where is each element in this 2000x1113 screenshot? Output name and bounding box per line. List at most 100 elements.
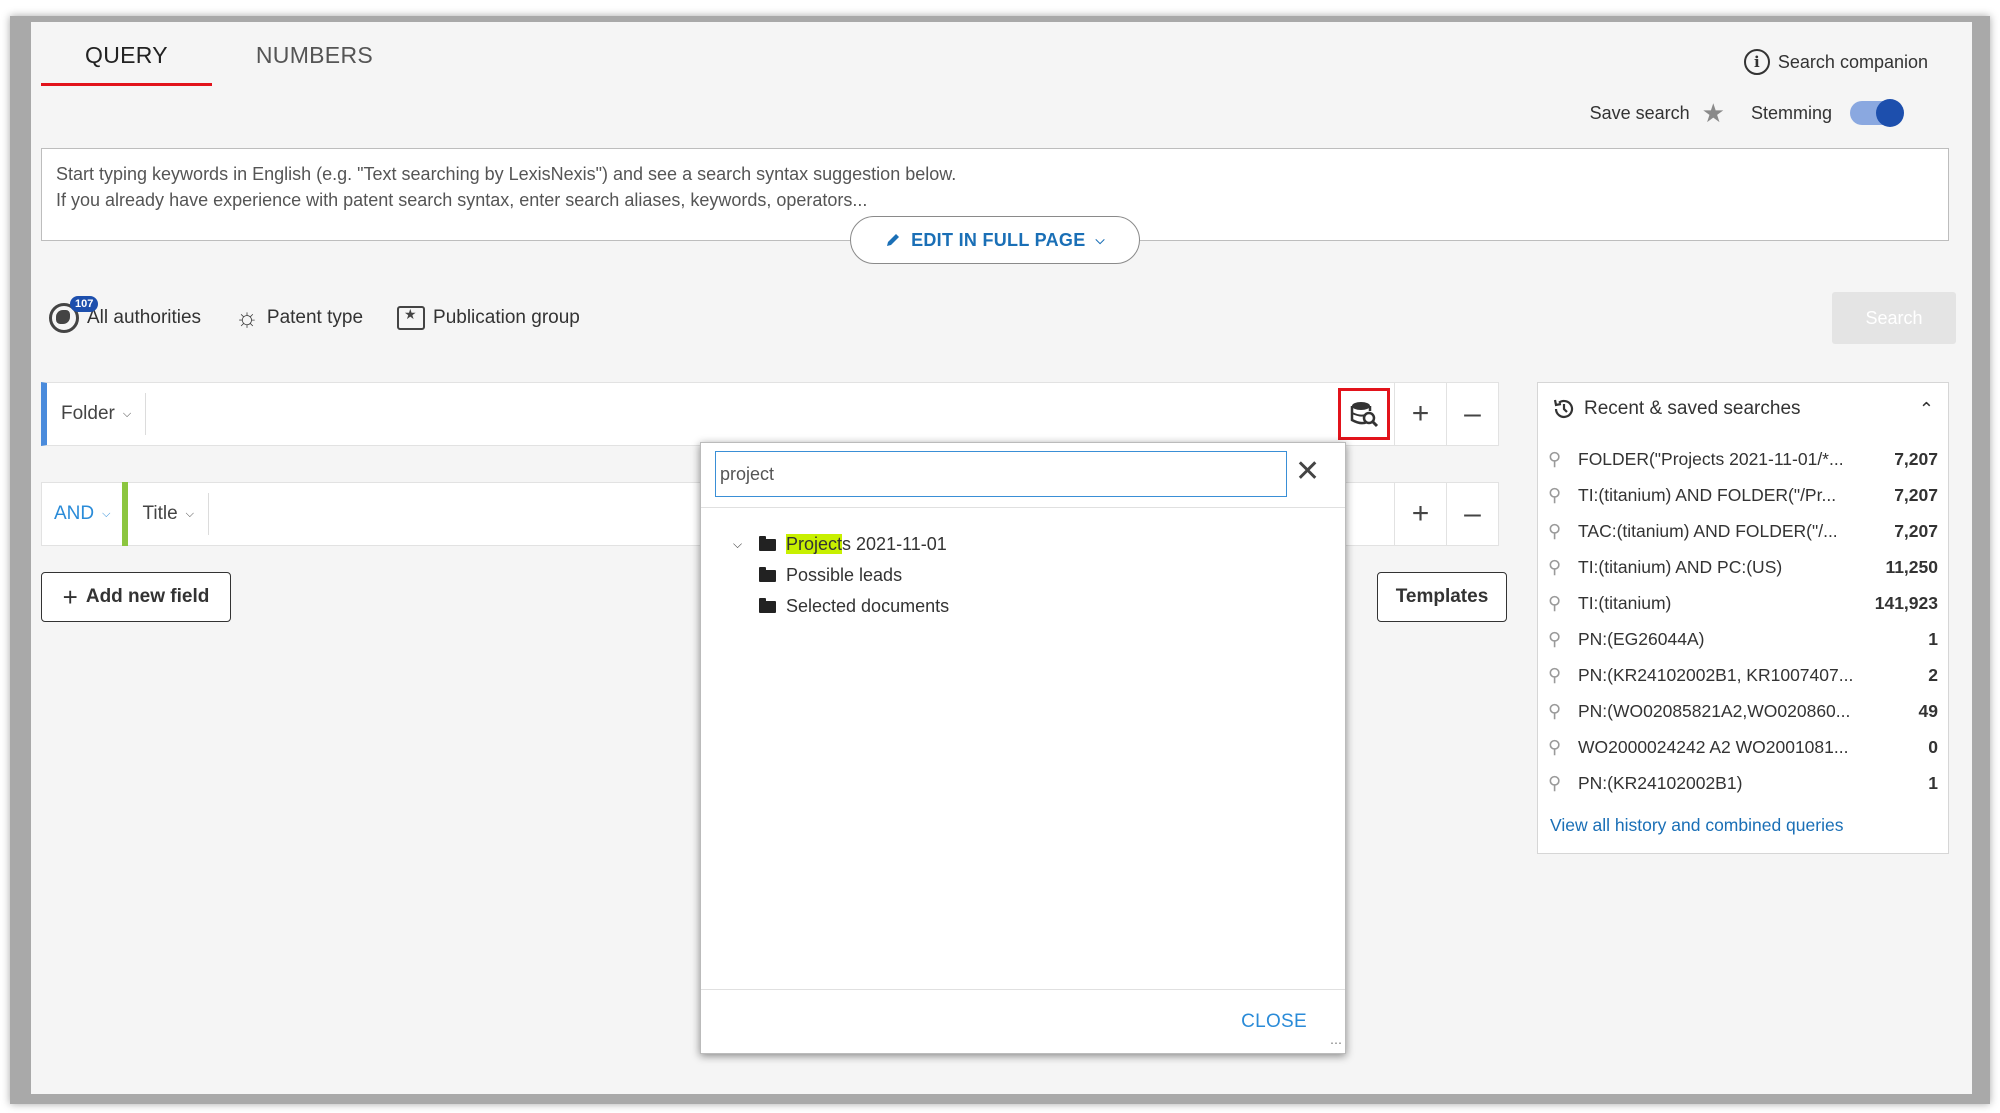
folder-label-rest: s 2021-11-01 bbox=[842, 534, 947, 554]
folder-search-button[interactable] bbox=[1338, 388, 1390, 440]
info-icon: i bbox=[1743, 49, 1770, 75]
search-icon: ⚲ bbox=[1548, 628, 1562, 649]
folder-tree-item-root[interactable]: ⌵ Projects 2021-11-01 bbox=[733, 529, 949, 560]
plus-icon: + bbox=[62, 581, 78, 612]
recent-search-item[interactable]: ⚲ TI:(titanium) AND FOLDER("/Pr... 7,207 bbox=[1548, 477, 1938, 513]
pencil-icon bbox=[887, 234, 900, 246]
recent-search-item[interactable]: ⚲ TI:(titanium) 141,923 bbox=[1548, 585, 1938, 621]
remove-row-button[interactable]: – bbox=[1446, 483, 1498, 545]
add-new-field-label: Add new field bbox=[85, 586, 210, 607]
folder-tree-item[interactable]: Possible leads bbox=[733, 560, 949, 591]
app-window: QUERY NUMBERS i Search companion Save se… bbox=[31, 22, 1972, 1094]
folder-picker-popup: project ✕ ⌵ Projects 2021-11-01 Possible… bbox=[700, 442, 1346, 1054]
resize-handle-icon[interactable]: ⋯ bbox=[1330, 1036, 1342, 1050]
recent-query: PN:(KR24102002B1, KR1007407... bbox=[1578, 664, 1854, 685]
patent-type-filter[interactable]: ☼ Patent type bbox=[235, 302, 363, 333]
history-icon bbox=[1553, 399, 1574, 418]
field-type-label: Title bbox=[142, 503, 178, 524]
search-icon: ⚲ bbox=[1548, 556, 1562, 577]
add-row-button[interactable]: + bbox=[1394, 483, 1446, 545]
recent-count: 7,207 bbox=[1894, 484, 1938, 505]
recent-query: TI:(titanium) AND FOLDER("/Pr... bbox=[1578, 484, 1837, 505]
search-companion-link[interactable]: i Search companion bbox=[1743, 49, 1928, 75]
divider bbox=[701, 989, 1345, 990]
globe-icon: 107 bbox=[49, 295, 99, 333]
recent-count: 2 bbox=[1928, 664, 1938, 685]
query-field-row-folder: Folder ⌵ + – bbox=[41, 382, 1499, 446]
recent-count: 1 bbox=[1928, 628, 1938, 649]
divider bbox=[701, 507, 1345, 508]
tab-query[interactable]: QUERY bbox=[41, 32, 212, 86]
recent-search-item[interactable]: ⚲ TAC:(titanium) AND FOLDER("/... 7,207 bbox=[1548, 513, 1938, 549]
folder-search-input[interactable]: project bbox=[715, 451, 1287, 497]
chevron-down-icon: ⌵ bbox=[185, 507, 195, 520]
recent-searches-title: Recent & saved searches bbox=[1584, 398, 1801, 419]
recent-search-item[interactable]: ⚲ PN:(EG26044A) 1 bbox=[1548, 621, 1938, 657]
row-actions: + – bbox=[1338, 383, 1498, 445]
recent-count: 7,207 bbox=[1894, 448, 1938, 469]
publication-group-icon bbox=[397, 305, 426, 330]
edit-in-full-page-button[interactable]: EDIT IN FULL PAGE ⌵ bbox=[850, 216, 1140, 264]
folder-icon bbox=[759, 597, 776, 613]
recent-query: FOLDER("Projects 2021-11-01/*... bbox=[1578, 448, 1844, 469]
folder-icon bbox=[759, 566, 776, 582]
query-placeholder-line2: If you already have experience with pate… bbox=[56, 190, 868, 210]
recent-count: 11,250 bbox=[1885, 556, 1938, 577]
tab-numbers[interactable]: NUMBERS bbox=[212, 32, 417, 86]
folder-label: Projects 2021-11-01 bbox=[786, 534, 947, 555]
boolean-operator-dropdown[interactable]: AND ⌵ bbox=[42, 493, 122, 535]
publication-group-label: Publication group bbox=[433, 306, 580, 328]
search-icon: ⚲ bbox=[1548, 484, 1562, 505]
folder-label: Possible leads bbox=[786, 565, 903, 585]
recent-search-item[interactable]: ⚲ FOLDER("Projects 2021-11-01/*... 7,207 bbox=[1548, 441, 1938, 477]
recent-count: 141,923 bbox=[1874, 592, 1938, 613]
toggle-knob bbox=[1876, 99, 1904, 127]
search-highlight: Project bbox=[786, 534, 843, 554]
lightbulb-icon: ☼ bbox=[235, 302, 259, 332]
patent-type-label: Patent type bbox=[266, 306, 364, 328]
clear-search-icon[interactable]: ✕ bbox=[1295, 457, 1320, 487]
recent-query: PN:(WO02085821A2,WO020860... bbox=[1578, 700, 1851, 721]
recent-searches-panel: Recent & saved searches ⌃ ⚲ FOLDER("Proje… bbox=[1537, 382, 1949, 854]
tab-bar: QUERY NUMBERS bbox=[41, 32, 417, 86]
chevron-down-icon: ⌵ bbox=[122, 407, 132, 420]
save-search-label: Save search bbox=[1589, 102, 1690, 123]
view-all-history-link[interactable]: View all history and combined queries bbox=[1550, 815, 1843, 836]
stemming-label: Stemming bbox=[1750, 102, 1832, 123]
search-icon: ⚲ bbox=[1548, 772, 1562, 793]
operator-label: AND bbox=[54, 503, 95, 524]
recent-search-item[interactable]: ⚲ PN:(KR24102002B1) 1 bbox=[1548, 765, 1938, 801]
remove-row-button[interactable]: – bbox=[1446, 383, 1498, 445]
stemming-toggle[interactable] bbox=[1850, 99, 1904, 127]
row-actions: + – bbox=[1394, 483, 1498, 545]
chevron-up-icon[interactable]: ⌃ bbox=[1919, 399, 1934, 420]
search-icon: ⚲ bbox=[1548, 448, 1562, 469]
recent-searches-header[interactable]: Recent & saved searches ⌃ bbox=[1552, 397, 1934, 421]
star-icon[interactable]: ★ bbox=[1702, 100, 1725, 126]
recent-query: PN:(KR24102002B1) bbox=[1578, 772, 1743, 793]
recent-search-item[interactable]: ⚲ PN:(KR24102002B1, KR1007407... 2 bbox=[1548, 657, 1938, 693]
search-button[interactable]: Search bbox=[1832, 292, 1956, 344]
close-button[interactable]: CLOSE bbox=[1241, 1011, 1307, 1033]
search-icon: ⚲ bbox=[1548, 664, 1562, 685]
recent-query: PN:(EG26044A) bbox=[1578, 628, 1705, 649]
field-type-dropdown[interactable]: Folder ⌵ bbox=[47, 393, 147, 435]
field-type-dropdown[interactable]: Title ⌵ bbox=[128, 493, 210, 535]
recent-search-item[interactable]: ⚲ PN:(WO02085821A2,WO020860... 49 bbox=[1548, 693, 1938, 729]
save-stemming-row: Save search ★ Stemming bbox=[1589, 99, 1904, 127]
recent-query: WO2000024242 A2 WO2001081... bbox=[1578, 736, 1849, 757]
publication-group-filter[interactable]: Publication group bbox=[397, 305, 580, 330]
folder-open-icon bbox=[759, 535, 776, 551]
chevron-down-icon[interactable]: ⌵ bbox=[733, 537, 749, 552]
recent-search-item[interactable]: ⚲ TI:(titanium) AND PC:(US) 11,250 bbox=[1548, 549, 1938, 585]
add-new-field-button[interactable]: + Add new field bbox=[41, 572, 231, 622]
add-row-button[interactable]: + bbox=[1394, 383, 1446, 445]
recent-searches-list: ⚲ FOLDER("Projects 2021-11-01/*... 7,207 ⚲… bbox=[1548, 441, 1938, 801]
authorities-filter[interactable]: 107 All authorities bbox=[49, 295, 201, 333]
templates-button[interactable]: Templates bbox=[1377, 572, 1507, 622]
chevron-down-icon: ⌵ bbox=[102, 507, 111, 520]
query-placeholder-line1: Start typing keywords in English (e.g. "… bbox=[56, 164, 957, 184]
folder-tree-item[interactable]: Selected documents bbox=[733, 591, 949, 622]
recent-search-item[interactable]: ⚲ WO2000024242 A2 WO2001081... 0 bbox=[1548, 729, 1938, 765]
folder-search-icon bbox=[1350, 402, 1379, 428]
